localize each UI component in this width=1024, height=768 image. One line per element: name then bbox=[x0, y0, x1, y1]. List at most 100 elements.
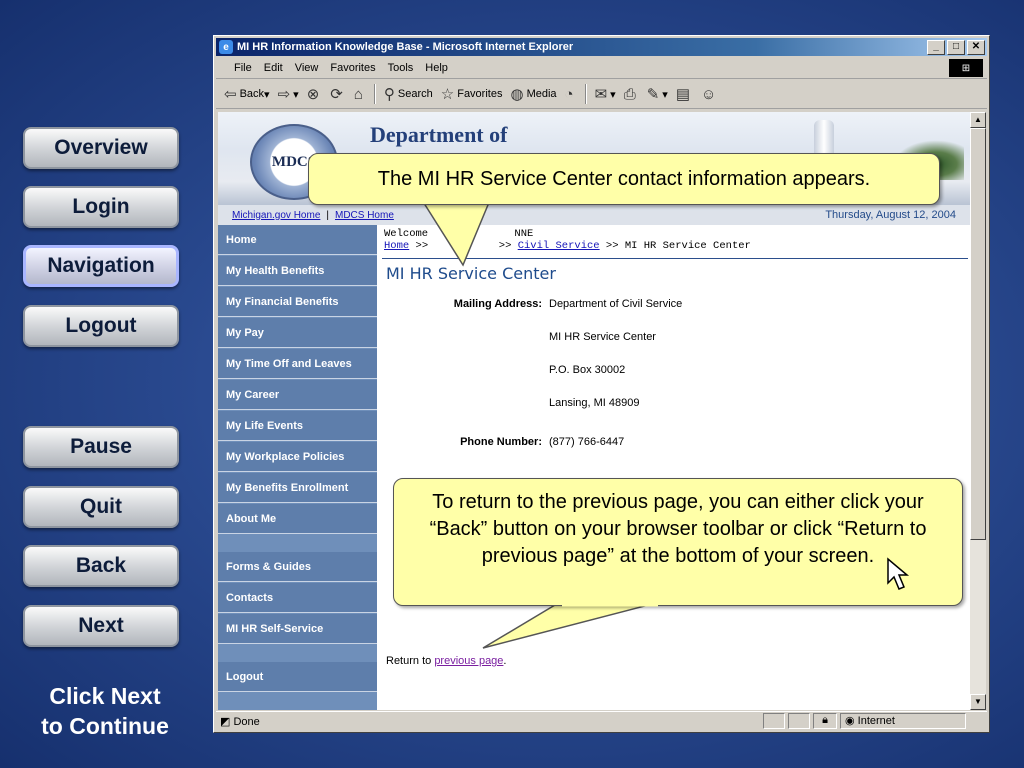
nav-my-pay[interactable]: My Pay bbox=[218, 318, 377, 348]
media-button[interactable]: ◍ Media bbox=[510, 85, 556, 103]
menu-favorites[interactable]: Favorites bbox=[330, 62, 375, 74]
zone-indicator: ◉ Internet bbox=[840, 713, 966, 729]
status-bar: ◩ Done 🔒︎ ◉ Internet bbox=[216, 711, 987, 730]
toolbar-divider bbox=[373, 84, 376, 104]
refresh-icon: ⟳ bbox=[330, 86, 343, 103]
search-icon: ⚲ bbox=[383, 86, 395, 103]
window-title: MI HR Information Knowledge Base - Micro… bbox=[237, 41, 574, 53]
mailing-address-label: Mailing Address: bbox=[453, 298, 542, 310]
page-done-icon: ◩ bbox=[220, 715, 231, 728]
stop-button[interactable]: ⊗ bbox=[307, 85, 323, 103]
status-text: ◩ Done bbox=[220, 715, 260, 728]
click-next-hint: Click Next to Continue bbox=[41, 683, 169, 739]
menu-bar: File Edit View Favorites Tools Help ⊞ bbox=[216, 58, 987, 79]
breadcrumb-civil-service-link[interactable]: Civil Service bbox=[518, 240, 600, 252]
print-button[interactable]: ⎙ bbox=[624, 86, 639, 103]
nav-my-time-off[interactable]: My Time Off and Leaves bbox=[218, 349, 377, 379]
nav-my-benefits-enrollment[interactable]: My Benefits Enrollment bbox=[218, 473, 377, 503]
nav-my-career[interactable]: My Career bbox=[218, 380, 377, 410]
print-icon: ⎙ bbox=[623, 85, 636, 103]
mail-button[interactable]: ✉ ▾ bbox=[595, 85, 616, 103]
minimize-button[interactable]: _ bbox=[927, 40, 945, 55]
return-line: Return to previous page. bbox=[386, 655, 507, 667]
discuss-button[interactable]: ▤ bbox=[676, 85, 693, 103]
overview-button[interactable]: Overview bbox=[23, 127, 179, 169]
status-panel bbox=[788, 713, 810, 729]
nav-my-health-benefits[interactable]: My Health Benefits bbox=[218, 256, 377, 286]
mdcs-home-link[interactable]: MDCS Home bbox=[335, 210, 394, 221]
date-display: Thursday, August 12, 2004 bbox=[825, 209, 956, 221]
toolbar: ⇦ Back ▾ ⇨ ▾ ⊗ ⟳ ⌂ ⚲ Search ☆ Favorites ◍ Me… bbox=[216, 80, 987, 109]
left-navigation: Home My Health Benefits My Financial Ben… bbox=[218, 225, 377, 710]
globe-icon: ◉ bbox=[845, 715, 855, 727]
lock-icon: 🔒︎ bbox=[813, 713, 837, 729]
address-line-3: P.O. Box 30002 bbox=[549, 364, 626, 376]
history-button[interactable]: ◔ bbox=[565, 86, 577, 103]
top-callout: The MI HR Service Center contact informa… bbox=[308, 153, 940, 205]
address-line-2: MI HR Service Center bbox=[549, 331, 656, 343]
scroll-up-arrow[interactable]: ▲ bbox=[970, 112, 986, 128]
close-window-button[interactable]: ✕ bbox=[967, 40, 985, 55]
ie-icon: e bbox=[219, 40, 233, 54]
site-links-bar: Michigan.gov Home | MDCS Home Thursday, … bbox=[218, 205, 970, 225]
forward-arrow-icon: ⇨ bbox=[277, 86, 291, 103]
menu-tools[interactable]: Tools bbox=[388, 62, 414, 74]
status-panel bbox=[763, 713, 785, 729]
favorites-button[interactable]: ☆ Favorites bbox=[441, 85, 503, 103]
welcome-text: Welcome NNE bbox=[384, 228, 534, 240]
navigation-button[interactable]: Navigation bbox=[23, 245, 179, 287]
windows-logo-icon: ⊞ bbox=[949, 59, 983, 77]
bottom-callout: To return to the previous page, you can … bbox=[393, 478, 963, 606]
michigan-gov-home-link[interactable]: Michigan.gov Home bbox=[232, 210, 320, 221]
messenger-button[interactable]: ☺ bbox=[701, 86, 719, 103]
nav-forms-guides[interactable]: Forms & Guides bbox=[218, 552, 377, 582]
next-button[interactable]: Next bbox=[23, 605, 179, 647]
breadcrumb: Home >> >> Civil Service >> MI HR Servic… bbox=[384, 240, 751, 252]
document-icon: ▤ bbox=[675, 86, 691, 103]
title-bar: e MI HR Information Knowledge Base - Mic… bbox=[216, 38, 987, 56]
scroll-thumb[interactable] bbox=[970, 128, 986, 540]
pause-button[interactable]: Pause bbox=[23, 426, 179, 468]
nav-my-financial-benefits[interactable]: My Financial Benefits bbox=[218, 287, 377, 317]
nav-my-workplace-policies[interactable]: My Workplace Policies bbox=[218, 442, 377, 472]
browser-back-button[interactable]: ⇦ Back ▾ bbox=[224, 85, 270, 103]
quit-button[interactable]: Quit bbox=[23, 486, 179, 528]
previous-page-link[interactable]: previous page bbox=[434, 655, 503, 667]
nav-home[interactable]: Home bbox=[218, 225, 377, 255]
nav-about-me[interactable]: About Me bbox=[218, 504, 377, 534]
menu-file[interactable]: File bbox=[234, 62, 252, 74]
nav-mi-hr-self-service[interactable]: MI HR Self-Service bbox=[218, 614, 377, 644]
scroll-down-arrow[interactable]: ▼ bbox=[970, 694, 986, 710]
maximize-button[interactable]: □ bbox=[947, 40, 965, 55]
vertical-scrollbar[interactable]: ▲ ▼ bbox=[970, 112, 986, 710]
phone-number-value: (877) 766-6447 bbox=[549, 436, 625, 448]
home-icon: ⌂ bbox=[353, 85, 363, 103]
login-button[interactable]: Login bbox=[23, 186, 179, 228]
address-line-1: Department of Civil Service bbox=[549, 298, 683, 310]
toolbar-divider bbox=[584, 84, 587, 104]
refresh-button[interactable]: ⟳ bbox=[330, 85, 346, 103]
phone-number-label: Phone Number: bbox=[460, 436, 542, 448]
mail-icon: ✉ bbox=[594, 86, 608, 103]
history-icon: ◔ bbox=[564, 85, 574, 103]
menu-help[interactable]: Help bbox=[425, 62, 448, 74]
menu-edit[interactable]: Edit bbox=[264, 62, 283, 74]
back-button[interactable]: Back bbox=[23, 545, 179, 587]
edit-icon: ✎ bbox=[646, 86, 660, 103]
nav-contacts[interactable]: Contacts bbox=[218, 583, 377, 613]
breadcrumb-home-link[interactable]: Home bbox=[384, 240, 409, 252]
nav-logout[interactable]: Logout bbox=[218, 662, 377, 692]
edit-button[interactable]: ✎ ▾ bbox=[647, 85, 668, 103]
stop-icon: ⊗ bbox=[306, 86, 320, 103]
nav-my-life-events[interactable]: My Life Events bbox=[218, 411, 377, 441]
media-icon: ◍ bbox=[510, 86, 524, 103]
home-button[interactable]: ⌂ bbox=[354, 86, 366, 103]
browser-forward-button[interactable]: ⇨ ▾ bbox=[278, 85, 299, 103]
page-title: MI HR Service Center bbox=[386, 264, 556, 283]
title-divider bbox=[382, 258, 968, 259]
address-line-4: Lansing, MI 48909 bbox=[549, 397, 640, 409]
department-title: Department of bbox=[370, 122, 508, 147]
menu-view[interactable]: View bbox=[295, 62, 319, 74]
logout-button[interactable]: Logout bbox=[23, 305, 179, 347]
search-button[interactable]: ⚲ Search bbox=[384, 85, 433, 103]
